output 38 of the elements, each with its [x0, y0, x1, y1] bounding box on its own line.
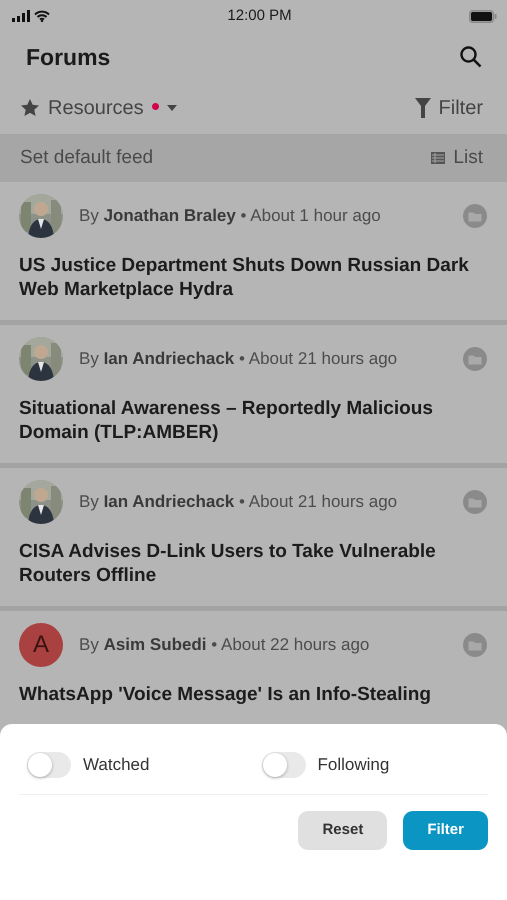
folder-icon[interactable] [463, 490, 487, 514]
filter-label: Filter [438, 96, 483, 121]
toggle-label: Following [318, 754, 390, 776]
feed-label: Resources [48, 96, 144, 121]
wifi-icon [34, 10, 50, 22]
folder-icon[interactable] [463, 633, 487, 657]
post-card[interactable]: By Ian Andriechack • About 21 hours ago CISA Advises D-Link Users to Take Vulnerable Routers Offline [0, 468, 507, 611]
post-title: CISA Advises D-Link Users to Take Vulnerable Routers Offline [19, 540, 437, 588]
list-icon [431, 152, 446, 164]
toggle-switch[interactable] [262, 752, 306, 778]
view-label: List [453, 146, 483, 170]
post-title: WhatsApp 'Voice Message' Is an Info-Stealing [19, 683, 432, 707]
toggle-label: Watched [83, 754, 150, 776]
post-title: US Justice Department Shuts Down Russian Dark Web Marketplace Hydra [19, 254, 470, 302]
filter-icon [414, 98, 431, 118]
view-toggle[interactable]: List [431, 144, 483, 172]
post-card[interactable]: By Ian Andriechack • About 21 hours ago Situational Awareness – Reportedly Malicious Domain (TLP:AMBER) [0, 325, 507, 468]
set-default-feed-link[interactable]: Set default feed [20, 144, 154, 172]
avatar: A [19, 623, 63, 667]
post-meta: By Jonathan Braley • About 1 hour ago [79, 205, 382, 228]
battery-icon [469, 10, 497, 22]
feed-dropdown[interactable]: Resources [20, 93, 177, 123]
folder-icon[interactable] [463, 204, 487, 228]
search-icon[interactable] [459, 45, 483, 69]
status-time: 12:00 PM [227, 6, 292, 26]
post-meta: By Asim Subedi • About 22 hours ago [79, 634, 370, 656]
filter-link[interactable]: Filter [414, 93, 483, 123]
post-meta: By Ian Andriechack • About 21 hours ago [79, 491, 398, 514]
post-card[interactable]: By Jonathan Braley • About 1 hour ago US Justice Department Shuts Down Russian Dark Web Marketplace Hydra [0, 182, 507, 325]
post-meta: By Ian Andriechack • About 21 hours ago [79, 348, 398, 370]
folder-icon[interactable] [463, 347, 487, 371]
post-title: Situational Awareness – Reportedly Malicious Domain (TLP:AMBER) [19, 397, 434, 445]
star-icon [20, 98, 40, 118]
signal-icon [12, 10, 30, 22]
reset-button[interactable]: Reset [298, 811, 388, 850]
page-title: Forums [26, 42, 110, 72]
caret-icon [166, 105, 177, 111]
toggle-switch[interactable] [27, 752, 71, 778]
